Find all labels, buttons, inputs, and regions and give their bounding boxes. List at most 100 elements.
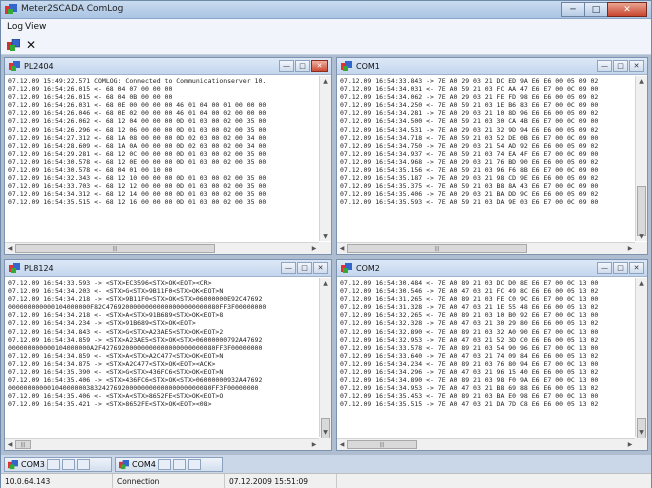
minimize-button[interactable]: — — [597, 60, 612, 72]
log-text[interactable]: 07.12.09 16:54:33.843 -> 7E A0 29 03 21 … — [340, 77, 633, 240]
scroll-down-icon[interactable]: ▼ — [320, 427, 331, 437]
close-button[interactable]: ✕ — [607, 2, 647, 17]
title-bar[interactable]: Meter2SCADA ComLog ─ □ ✕ — [1, 1, 651, 19]
status-bar: 10.0.64.143 Connection 07.12.2009 15:51:… — [1, 473, 651, 488]
minimized-com4[interactable]: COM4 — [115, 457, 223, 472]
vertical-scrollbar[interactable]: ▲ ▼ — [635, 76, 647, 241]
menu-view[interactable]: View — [25, 22, 46, 32]
minimize-button[interactable]: — — [279, 60, 294, 72]
restore-button[interactable] — [157, 459, 171, 470]
scroll-thumb[interactable]: ||| — [15, 244, 215, 253]
restore-button[interactable] — [46, 459, 60, 470]
log-line: 07.12.09 16:54:26.015 <- 68 04 0B 00 00 … — [8, 93, 173, 102]
scroll-right-icon[interactable]: ▶ — [625, 243, 635, 254]
scroll-up-icon[interactable]: ▲ — [320, 278, 331, 288]
scroll-right-icon[interactable]: ▶ — [309, 439, 319, 450]
mdi-area: PL2404 — □ ✕ 07.12.09 15:49:22.571 COMLO… — [1, 55, 651, 455]
log-line: 07.12.09 16:54:34.937 <- 7E A0 59 21 03 … — [340, 149, 599, 158]
window-titlebar[interactable]: COM2 — □ ✕ — [337, 260, 647, 277]
vertical-scrollbar[interactable]: ▲ ▼ — [319, 278, 331, 440]
log-line: 07.12.09 16:54:34.203 <- <STX>G<STX>9B11… — [8, 287, 224, 296]
port-icon — [341, 61, 352, 71]
vertical-scrollbar[interactable]: ▲ ▼ — [319, 76, 331, 241]
scroll-up-icon[interactable]: ▲ — [636, 76, 647, 86]
window-titlebar[interactable]: PL8124 — □ ✕ — [5, 260, 331, 277]
toolbar: ✕ — [1, 35, 651, 55]
scroll-down-icon[interactable]: ▼ — [636, 231, 647, 241]
maximize-button[interactable]: □ — [613, 262, 628, 274]
log-line: 000000000000104000000A2F4276920000000000… — [8, 343, 263, 352]
maximize-button[interactable] — [61, 459, 75, 470]
close-log-button[interactable]: ✕ — [23, 37, 39, 53]
log-line: 07.12.09 16:54:35.390 <- <STX>G<STX>436F… — [8, 368, 224, 377]
scroll-down-icon[interactable]: ▼ — [320, 231, 331, 241]
minimize-button[interactable]: — — [281, 262, 296, 274]
log-line: 07.12.09 16:54:34.875 -> <STX>A2C477<STX… — [8, 359, 216, 368]
main-window: Meter2SCADA ComLog ─ □ ✕ Log View ✕ PL24… — [0, 0, 652, 488]
close-button[interactable]: ✕ — [311, 60, 328, 72]
log-line: 07.12.09 16:54:35.156 <- 7E A0 59 21 03 … — [340, 166, 599, 175]
maximize-icon: □ — [591, 4, 601, 15]
log-line: 07.12.09 16:54:34.500 <- 7E A0 59 21 03 … — [340, 117, 599, 126]
scroll-right-icon[interactable]: ▶ — [309, 243, 319, 254]
scroll-left-icon[interactable]: ◀ — [337, 439, 347, 450]
close-button[interactable]: ✕ — [313, 262, 328, 274]
window-title: Meter2SCADA ComLog — [21, 4, 124, 14]
log-line: 07.12.09 16:54:34.281 -> 7E A0 29 03 21 … — [340, 109, 599, 118]
scroll-thumb[interactable]: ||| — [15, 440, 31, 449]
maximize-button[interactable] — [172, 459, 186, 470]
log-text[interactable]: 07.12.09 16:54:33.593 -> <STX>EC3596<STX… — [8, 279, 317, 436]
maximize-button[interactable]: □ — [297, 262, 312, 274]
port-icon — [9, 263, 20, 273]
log-line: 07.12.09 16:54:27.312 <- 68 1A 08 00 00 … — [8, 133, 267, 142]
new-log-button[interactable] — [5, 37, 21, 53]
menu-log[interactable]: Log — [7, 22, 23, 32]
minimize-button[interactable]: — — [597, 262, 612, 274]
maximize-button[interactable]: □ — [584, 2, 608, 17]
menu-bar: Log View — [1, 19, 651, 35]
log-line: 07.12.09 16:54:35.421 -> <STX>8652FE<STX… — [8, 400, 212, 409]
window-com1[interactable]: COM1 — □ ✕ 07.12.09 16:54:33.843 -> 7E A… — [336, 57, 648, 255]
close-button[interactable]: ✕ — [629, 262, 644, 274]
window-titlebar[interactable]: PL2404 — □ ✕ — [5, 58, 331, 75]
log-line: 07.12.09 16:54:34.234 <- 7E A0 89 21 03 … — [340, 359, 599, 368]
scroll-up-icon[interactable]: ▲ — [320, 76, 331, 86]
close-button[interactable]: ✕ — [629, 60, 644, 72]
horizontal-scrollbar[interactable]: ◀ ||| ▶ — [5, 438, 319, 450]
window-pl8124[interactable]: PL8124 — □ ✕ 07.12.09 16:54:33.593 -> <S… — [4, 259, 332, 451]
scroll-left-icon[interactable]: ◀ — [5, 243, 15, 254]
maximize-button[interactable]: □ — [295, 60, 310, 72]
log-text[interactable]: 07.12.09 15:49:22.571 COMLOG: Connected … — [8, 77, 317, 240]
log-line: 07.12.09 16:54:35.375 <- 7E A0 59 21 03 … — [340, 182, 599, 191]
scroll-left-icon[interactable]: ◀ — [337, 243, 347, 254]
scroll-down-icon[interactable]: ▼ — [636, 427, 647, 437]
close-button[interactable] — [187, 459, 201, 470]
maximize-button[interactable]: □ — [613, 60, 628, 72]
log-line: 07.12.09 16:54:34.859 -> <STX>A23AE5<STX… — [8, 335, 263, 344]
window-com2[interactable]: COM2 — □ ✕ 07.12.09 16:54:30.484 <- 7E A… — [336, 259, 648, 451]
scroll-left-icon[interactable]: ◀ — [5, 439, 15, 450]
log-line: 07.12.09 16:54:35.187 -> 7E A0 29 03 21 … — [340, 174, 599, 183]
log-line: 07.12.09 16:54:34.218 <- <STX>A<STX>91B6… — [8, 311, 224, 320]
log-line: 07.12.09 16:54:35.515 <- 68 12 16 00 00 … — [8, 198, 267, 207]
minimized-com3[interactable]: COM3 — [4, 457, 112, 472]
close-icon: ✕ — [25, 38, 37, 52]
scroll-thumb[interactable]: ||| — [347, 440, 417, 449]
scroll-corner — [319, 438, 331, 450]
vertical-scrollbar[interactable]: ▲ ▼ — [635, 278, 647, 440]
horizontal-scrollbar[interactable]: ◀ ||| ▶ — [5, 242, 319, 254]
status-ip: 10.0.64.143 — [1, 474, 113, 488]
horizontal-scrollbar[interactable]: ◀ ||| ▶ — [337, 242, 635, 254]
minimize-button[interactable]: ─ — [561, 2, 585, 17]
scroll-thumb[interactable] — [637, 186, 646, 236]
window-pl2404[interactable]: PL2404 — □ ✕ 07.12.09 15:49:22.571 COMLO… — [4, 57, 332, 255]
log-line: 07.12.09 16:54:34.218 -> <STX>9B11F0<STX… — [8, 295, 263, 304]
scroll-up-icon[interactable]: ▲ — [636, 278, 647, 288]
close-button[interactable] — [76, 459, 90, 470]
log-line: 07.12.09 16:54:32.343 <- 68 12 10 00 00 … — [8, 174, 267, 183]
window-titlebar[interactable]: COM1 — □ ✕ — [337, 58, 647, 75]
scroll-thumb[interactable]: ||| — [347, 244, 527, 253]
horizontal-scrollbar[interactable]: ◀ ||| ▶ — [337, 438, 635, 450]
log-text[interactable]: 07.12.09 16:54:30.484 <- 7E A0 89 21 03 … — [340, 279, 633, 436]
scroll-right-icon[interactable]: ▶ — [625, 439, 635, 450]
